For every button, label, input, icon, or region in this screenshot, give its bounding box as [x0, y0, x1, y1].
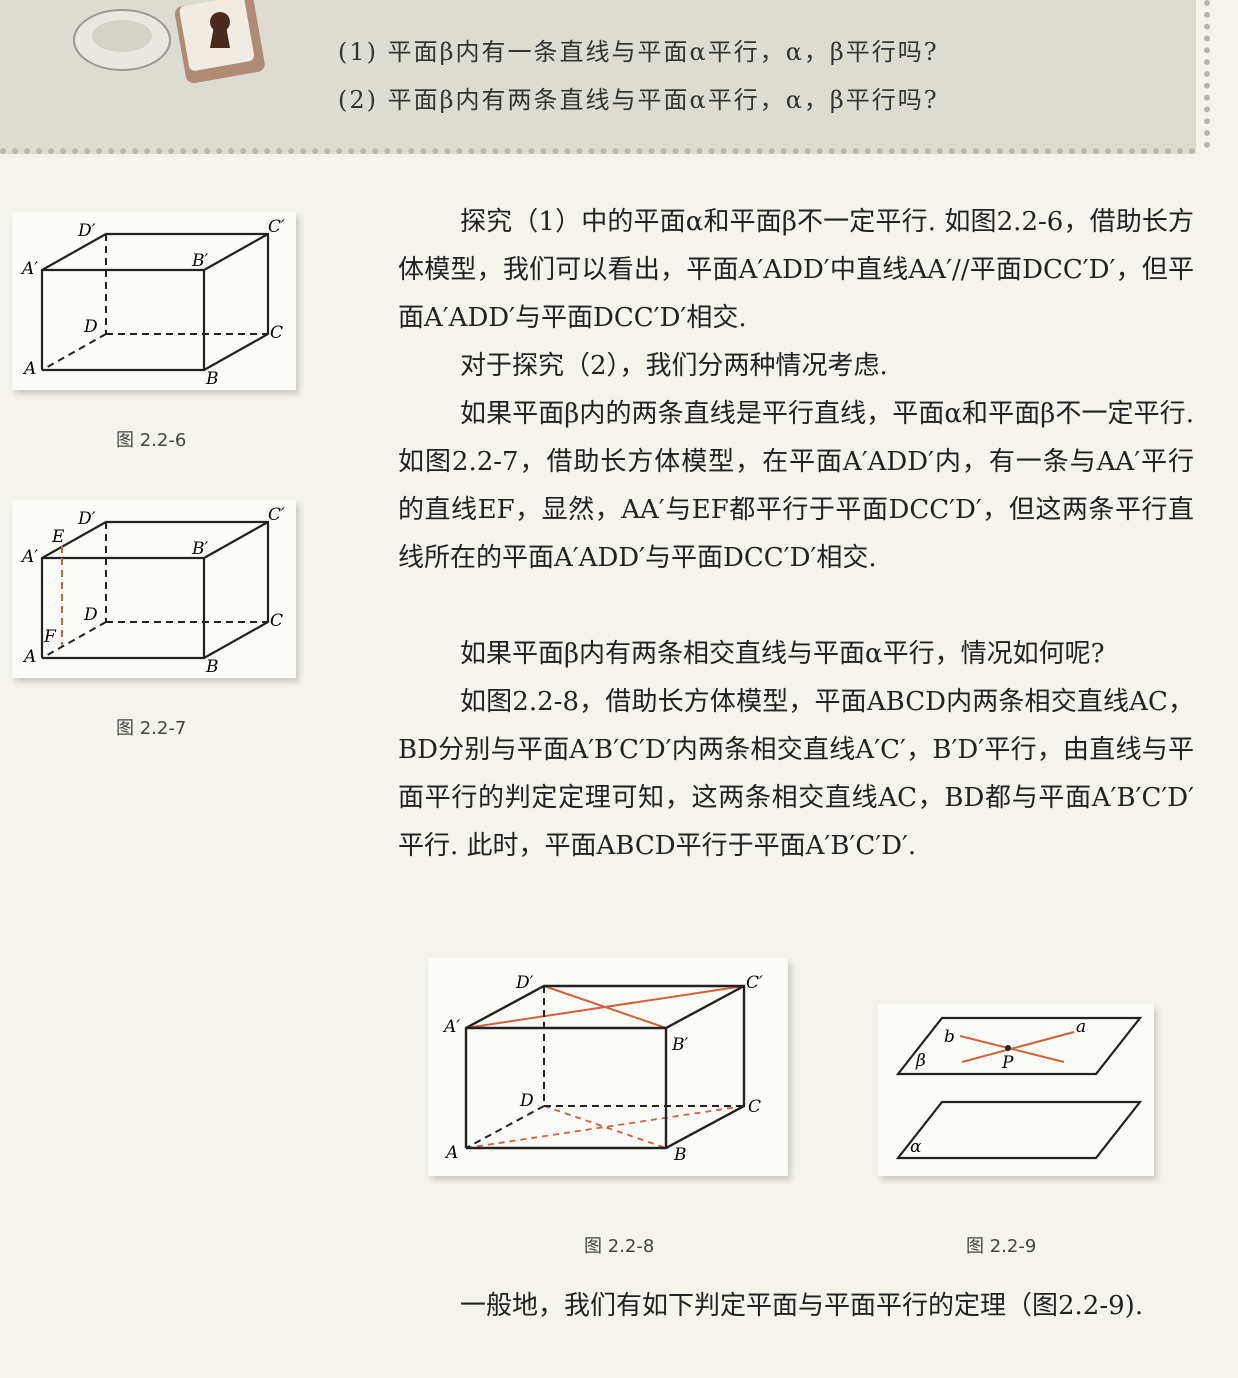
label-B: B: [673, 1145, 687, 1165]
label-B: B: [205, 369, 219, 389]
figure-2-2-9: a b P β α: [878, 1004, 1154, 1176]
paragraph-2: 对于探究（2），我们分两种情况考虑.: [460, 351, 888, 381]
label-D-prime: D′: [77, 509, 96, 529]
line-a: [961, 1031, 1075, 1063]
label-A: A: [444, 1143, 458, 1163]
paragraph-1: 探究（1）中的平面α和平面β不一定平行. 如图2.2-6，借助长方体模型，我们可…: [398, 207, 1194, 333]
parallel-planes-diagram: a b P β α: [895, 1016, 1143, 1160]
label-alpha: α: [910, 1137, 922, 1157]
label-A: A: [22, 647, 36, 667]
figure-2-2-6: A B C D A′ B′ C′ D′: [12, 212, 296, 390]
label-A-prime: A′: [20, 259, 38, 279]
label-C: C: [270, 323, 283, 343]
label-B: B: [205, 657, 219, 677]
label-P: P: [1001, 1053, 1014, 1073]
cuboid-diagonals-diagram: A B C D A′ B′ C′ D′: [442, 973, 763, 1165]
caption-2-2-8: 图 2.2-8: [584, 1236, 655, 1257]
label-A: A: [22, 359, 36, 379]
label-D: D: [519, 1091, 534, 1111]
figure-2-2-7: A B C D A′ B′ C′ D′ E F: [12, 500, 296, 678]
label-A-prime: A′: [442, 1017, 460, 1037]
paragraph-3: 如果平面β内的两条直线是平行直线，平面α和平面β不一定平行. 如图2.2-7，借…: [398, 399, 1194, 573]
caption-2-2-6: 图 2.2-6: [116, 430, 187, 451]
label-D: D: [83, 605, 98, 625]
label-D: D: [83, 317, 98, 337]
label-F: F: [43, 627, 57, 647]
point-P: [1005, 1045, 1011, 1051]
label-b: b: [944, 1027, 955, 1047]
paragraph-6: 一般地，我们有如下判定平面与平面平行的定理（图2.2-9).: [460, 1291, 1144, 1321]
question-1: (1) 平面β内有一条直线与平面α平行，α，β平行吗?: [338, 38, 939, 66]
caption-2-2-9: 图 2.2-9: [966, 1236, 1037, 1257]
question-2: (2) 平面β内有两条直线与平面α平行，α，β平行吗?: [338, 86, 939, 114]
paragraph-5: 如图2.2-8，借助长方体模型，平面ABCD内两条相交直线AC，BD分别与平面A…: [398, 687, 1194, 861]
label-a: a: [1076, 1017, 1086, 1037]
question-band: (1) 平面β内有一条直线与平面α平行，α，β平行吗? (2) 平面β内有两条直…: [0, 0, 1210, 154]
label-beta: β: [915, 1051, 926, 1071]
cuboid-diagram: A B C D A′ B′ C′ D′: [20, 217, 285, 389]
label-D-prime: D′: [77, 221, 96, 241]
cuboid-diagram-ef: A B C D A′ B′ C′ D′ E F: [20, 505, 285, 677]
label-A-prime: A′: [20, 547, 38, 567]
label-E: E: [51, 527, 65, 547]
label-B-prime: B′: [191, 251, 208, 271]
figure-2-2-8: A B C D A′ B′ C′ D′: [428, 958, 788, 1176]
label-B-prime: B′: [191, 539, 208, 559]
lock-key-icon: [73, 0, 265, 84]
label-C-prime: C′: [268, 217, 285, 237]
paragraph-4: 如果平面β内有两条相交直线与平面α平行，情况如何呢?: [460, 639, 1105, 669]
caption-2-2-7: 图 2.2-7: [116, 718, 187, 739]
label-B-prime: B′: [671, 1035, 688, 1055]
label-C: C: [748, 1097, 761, 1117]
label-D-prime: D′: [515, 973, 534, 993]
band-edge: [1194, 0, 1210, 148]
plane-alpha: [895, 1100, 1143, 1160]
label-C-prime: C′: [746, 973, 763, 993]
label-C-prime: C′: [268, 505, 285, 525]
label-C: C: [270, 611, 283, 631]
